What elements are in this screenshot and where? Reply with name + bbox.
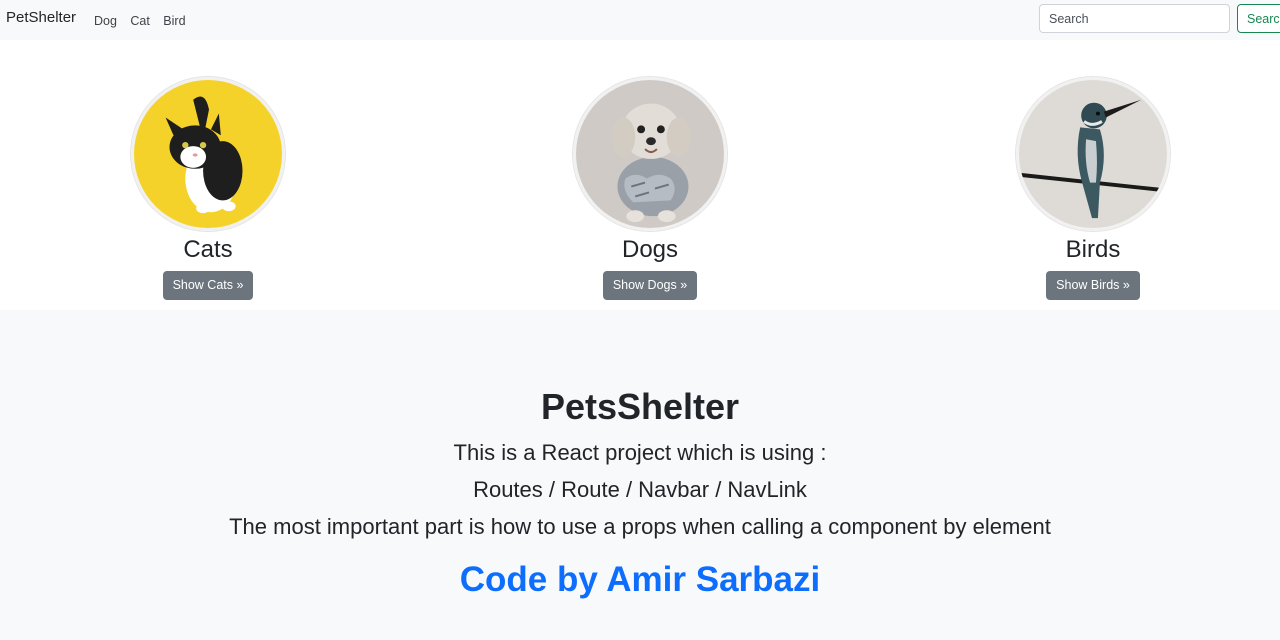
navbar: PetShelter Dog Cat Bird Search	[0, 0, 1280, 40]
about-section: PetsShelter This is a React project whic…	[0, 310, 1280, 640]
author-credit: Code by Amir Sarbazi	[459, 560, 821, 599]
dog-photo	[573, 77, 727, 231]
bird-photo	[1016, 77, 1170, 231]
cat-photo	[131, 77, 285, 231]
animal-title-dogs: Dogs	[621, 236, 679, 263]
nav-link-dog[interactable]: Dog	[94, 14, 117, 28]
show-cats-button[interactable]: Show Cats »	[162, 271, 254, 300]
about-title: PetsShelter	[540, 386, 740, 427]
animals-section: Cats Show Cats » Dogs Show Dogs » Birds …	[0, 40, 1280, 310]
nav-link-bird[interactable]: Bird	[163, 14, 185, 28]
search-button[interactable]: Search	[1237, 4, 1280, 33]
animal-title-cats: Cats	[183, 236, 233, 263]
brand-link[interactable]: PetShelter	[6, 9, 76, 26]
bird-image	[1019, 80, 1167, 228]
nav-links: Dog Cat Bird	[94, 12, 195, 30]
about-line-3: The most important part is how to use a …	[229, 514, 1051, 539]
search-input[interactable]	[1039, 4, 1230, 33]
about-line-1: This is a React project which is using :	[453, 440, 827, 465]
animal-card-cats: Cats Show Cats »	[98, 77, 318, 300]
about-line-2: Routes / Route / Navbar / NavLink	[473, 477, 807, 502]
animal-title-birds: Birds	[1065, 236, 1121, 263]
nav-link-cat[interactable]: Cat	[130, 14, 149, 28]
show-dogs-button[interactable]: Show Dogs »	[602, 271, 698, 300]
dog-image	[576, 80, 724, 228]
cat-image	[134, 80, 282, 228]
show-birds-button[interactable]: Show Birds »	[1046, 271, 1140, 300]
animal-card-dogs: Dogs Show Dogs »	[540, 77, 760, 300]
animal-card-birds: Birds Show Birds »	[983, 77, 1203, 300]
